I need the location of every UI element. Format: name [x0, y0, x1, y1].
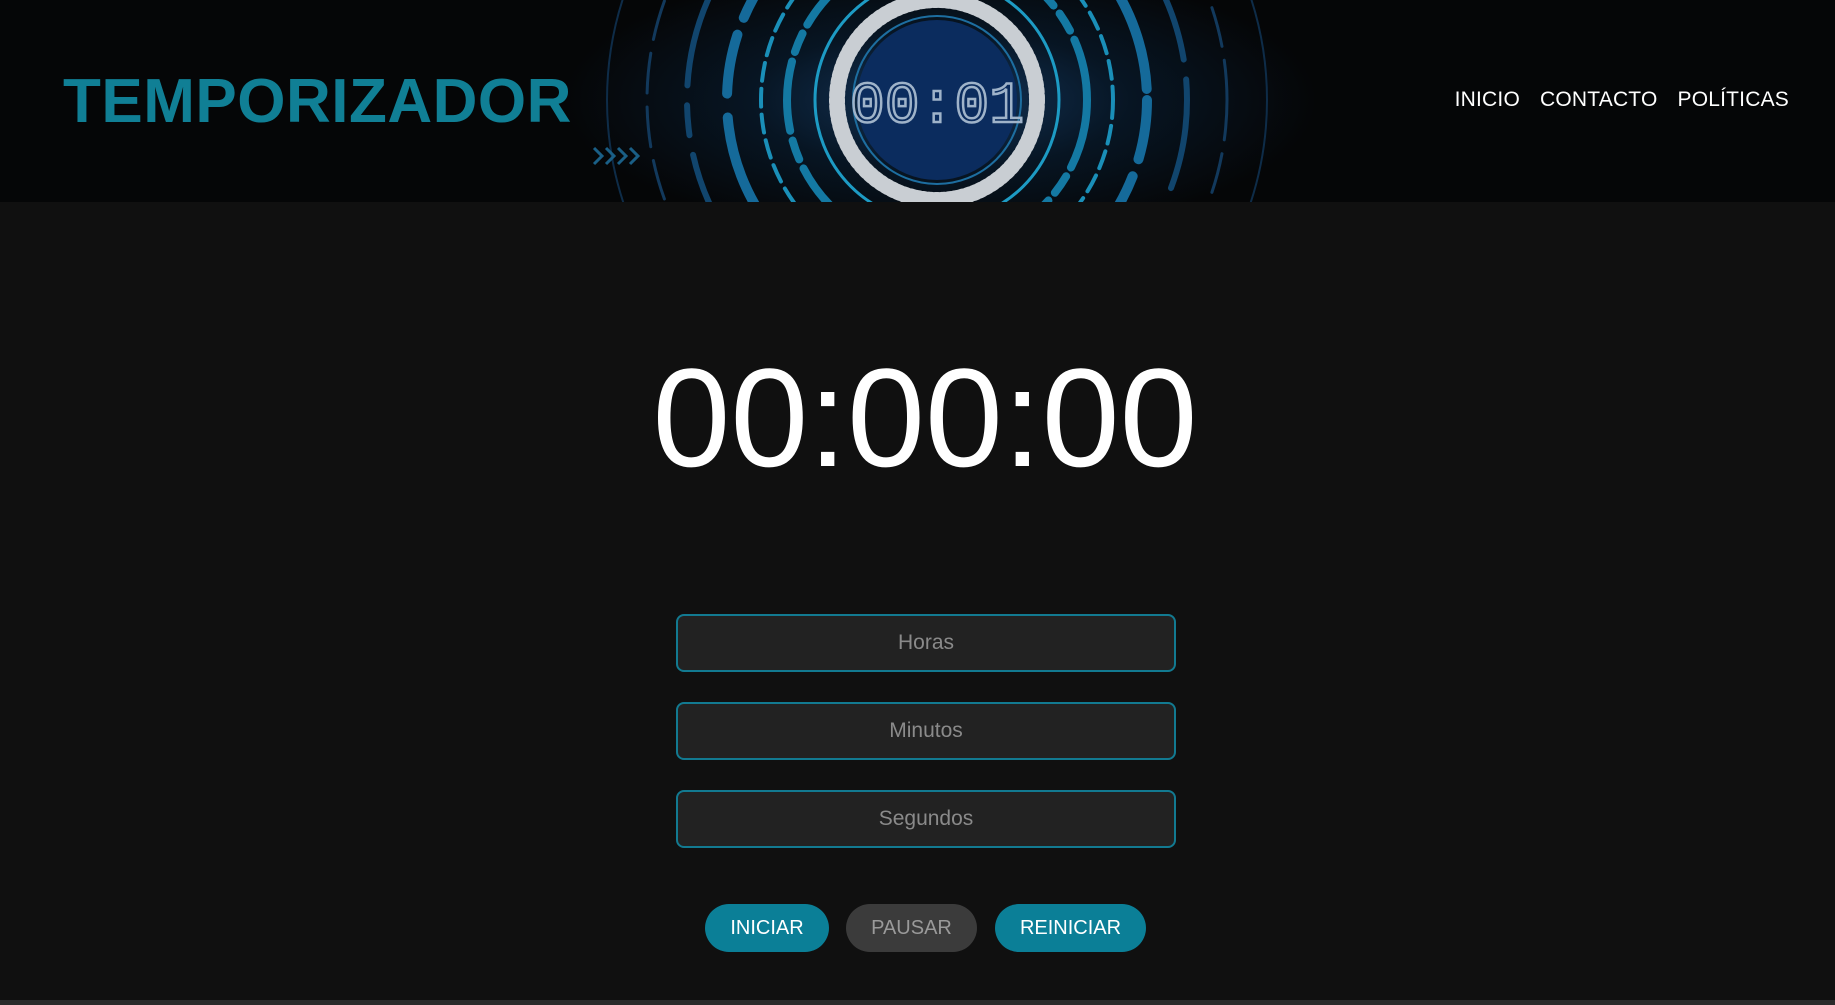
page-bottom-bar — [0, 1000, 1835, 1005]
main-nav: INICIO CONTACTO POLÍTICAS — [1455, 88, 1789, 112]
hours-input[interactable] — [676, 614, 1176, 672]
pause-button[interactable]: PAUSAR — [846, 904, 977, 952]
reset-button[interactable]: REINICIAR — [995, 904, 1146, 952]
site-logo[interactable]: TEMPORIZADOR — [63, 66, 572, 137]
start-button[interactable]: INICIAR — [705, 904, 829, 952]
nav-inicio[interactable]: INICIO — [1455, 88, 1520, 112]
nav-contacto[interactable]: CONTACTO — [1540, 88, 1658, 112]
seconds-input[interactable] — [676, 790, 1176, 848]
banner-readout: 00:01 — [850, 75, 1024, 140]
timer-display: 00:00:00 — [652, 339, 1198, 496]
nav-politicas[interactable]: POLÍTICAS — [1678, 88, 1790, 112]
timer-panel: 00:00:00 INICIAR PAUSAR REINICIAR — [0, 202, 1835, 1000]
header-banner: 00:01 TEMPORIZADOR INICIO CONTACTO POLÍT… — [0, 0, 1835, 202]
minutes-input[interactable] — [676, 702, 1176, 760]
